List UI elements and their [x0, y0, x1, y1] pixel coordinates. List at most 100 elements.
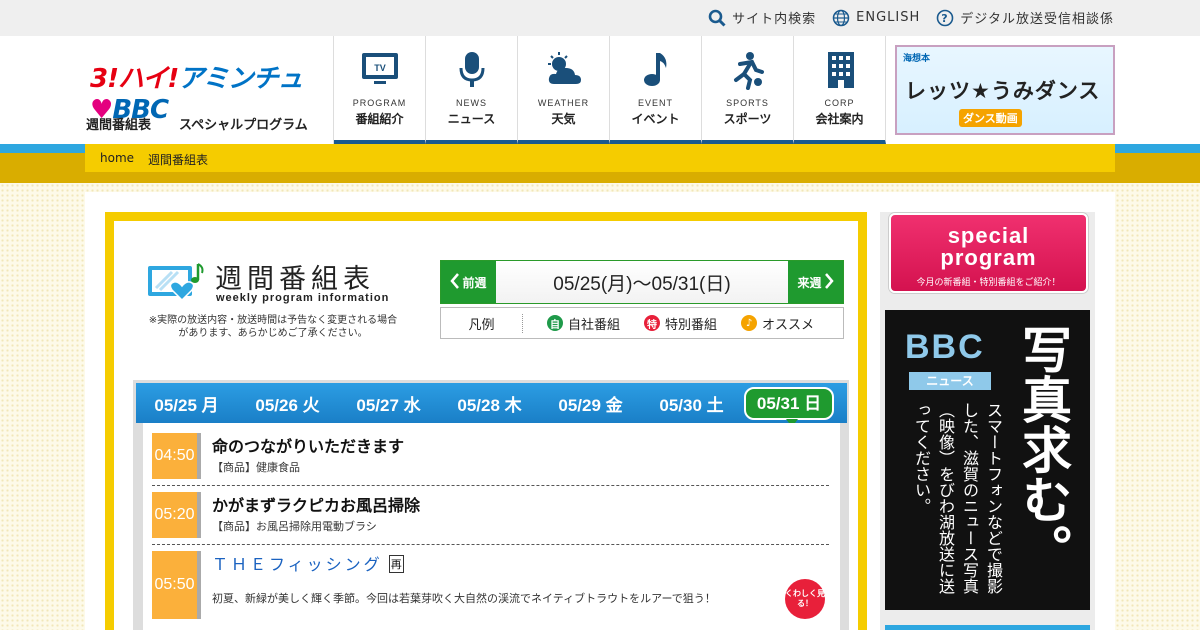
news-photo-banner[interactable]: BBC ニュース 写真求む。 スマートフォンなどで撮影した、滋賀のニュース写真（… [885, 310, 1090, 610]
question-icon: ? [936, 9, 954, 27]
program-title: かがまずラクピカお風呂掃除 [212, 496, 421, 515]
program-title-text: ＴＨＥフィッシング [212, 555, 383, 574]
dance-banner-top: 海想本 [903, 54, 931, 64]
legend-item-own: 自 自社番組 [547, 314, 620, 333]
nav-sports-en: SPORTS [726, 98, 769, 108]
nav-sports-ja: スポーツ [723, 112, 772, 126]
search-icon [708, 9, 726, 27]
week-navigation: 前週 05/25(月)～05/31(日) 来週 [440, 260, 844, 304]
program-row[interactable]: 05:20 かがまずラクピカお風呂掃除 【商品】お風呂掃除用電動ブラシ [152, 489, 829, 545]
logo-part-1: 3!ハイ! [90, 64, 179, 94]
nav-weather-ja: 天気 [551, 112, 576, 126]
sports-icon [728, 50, 768, 90]
program-time: 04:50 [152, 433, 201, 479]
music-note-icon [636, 50, 676, 90]
nav-corp[interactable]: CORP 会社案内 [794, 36, 886, 144]
tv-icon: TV [360, 50, 400, 90]
details-button[interactable]: くわしく見る！ [785, 579, 825, 619]
nav-event-ja: イベント [631, 112, 680, 126]
site-header: 3!ハイ!アミンチュ♥BBC 週間番組表 スペシャルプログラム TV PROGR… [0, 36, 1200, 144]
english-link[interactable]: ENGLISH [832, 8, 920, 27]
global-nav: TV PROGRAM 番組紹介 NEWS ニュース WEATHER 天気 EVE… [333, 36, 886, 144]
nav-news[interactable]: NEWS ニュース [426, 36, 518, 144]
dance-banner-title: レッツ★うみダンス [905, 79, 1101, 103]
legend-recommend-label: オススメ [762, 317, 815, 333]
nav-event[interactable]: EVENT イベント [610, 36, 702, 144]
reception-consult-link[interactable]: ? デジタル放送受信相談係 [936, 8, 1114, 27]
schedule-note: ※実際の放送内容・放送時間は予告なく変更される場合があります、あらかじめご了承く… [148, 315, 398, 339]
svg-text:?: ? [942, 12, 949, 25]
program-desc: 【商品】健康食品 [212, 461, 300, 474]
breadcrumb: home 週間番組表 [85, 144, 1115, 172]
special-program-banner[interactable]: special program 今月の新番組・特別番組をご紹介！ [889, 213, 1088, 293]
english-label: ENGLISH [856, 10, 921, 25]
prev-week-label: 前週 [462, 275, 487, 290]
legend-special-label: 特別番組 [665, 317, 718, 333]
tv-heart-icon [146, 262, 208, 304]
recommend-icon: ♪ [741, 315, 758, 331]
svg-text:TV: TV [374, 63, 386, 73]
tab-day-0525[interactable]: 05/25 月 [136, 391, 237, 416]
globe-icon [832, 9, 850, 27]
weather-icon [544, 50, 584, 90]
tab-day-0530[interactable]: 05/30 土 [641, 391, 742, 416]
site-search-label: サイト内検索 [732, 12, 817, 27]
program-title: 命のつながりいただきます [212, 437, 405, 456]
breadcrumb-home[interactable]: home [100, 151, 134, 165]
program-desc: 初夏、新緑が美しく輝く季節。今回は若葉芽吹く大自然の渓流でネイティブトラウトをル… [212, 592, 716, 605]
tab-day-0526[interactable]: 05/26 火 [237, 391, 338, 416]
next-week-label: 来週 [797, 275, 822, 290]
nav-news-ja: ニュース [447, 112, 496, 126]
tab-day-0527[interactable]: 05/27 水 [338, 391, 439, 416]
chevron-left-icon [450, 272, 460, 292]
sub-nav: 週間番組表 スペシャルプログラム [86, 114, 308, 133]
week-range: 05/25(月)～05/31(日) [496, 261, 788, 303]
subnav-special-program[interactable]: スペシャルプログラム [179, 114, 308, 133]
tab-day-0531[interactable]: 05/31 日 [744, 386, 834, 427]
program-time: 05:20 [152, 492, 201, 538]
next-week-button[interactable]: 来週 [788, 261, 843, 303]
site-search-link[interactable]: サイト内検索 [708, 8, 816, 27]
program-desc: 【商品】お風呂掃除用電動ブラシ [212, 520, 377, 533]
program-row[interactable]: 04:50 命のつながりいただきます 【商品】健康食品 [152, 430, 829, 486]
news-banner-text: スマートフォンなどで撮影した、滋賀のニュース写真（映像）をびわ湖放送に送ってくだ… [912, 402, 1003, 594]
special-banner-title-2: program [940, 245, 1037, 270]
program-row[interactable]: 05:50 ＴＨＥフィッシング再 初夏、新緑が美しく輝く季節。今回は若葉芽吹く大… [152, 548, 829, 630]
nav-program[interactable]: TV PROGRAM 番組紹介 [334, 36, 426, 144]
news-banner-headline: 写真求む。 [1014, 324, 1072, 574]
special-banner-title-1: special [947, 223, 1030, 248]
tab-day-0528[interactable]: 05/28 木 [439, 391, 540, 416]
nav-sports[interactable]: SPORTS スポーツ [702, 36, 794, 144]
reception-consult-label: デジタル放送受信相談係 [960, 12, 1114, 27]
legend: 凡例 自 自社番組 特 特別番組 ♪ オススメ [440, 307, 844, 339]
special-banner-sub: 今月の新番組・特別番組をご紹介！ [916, 278, 1061, 288]
dance-banner-sub: ダンス動画 [959, 109, 1022, 127]
page-title: 週間番組表 [215, 264, 375, 295]
microphone-icon [452, 50, 492, 90]
prev-week-button[interactable]: 前週 [441, 261, 496, 303]
nav-program-ja: 番組紹介 [355, 112, 404, 126]
nav-weather-en: WEATHER [537, 98, 590, 108]
subnav-weekly-schedule[interactable]: 週間番組表 [86, 114, 151, 133]
legend-item-special: 特 特別番組 [644, 314, 717, 333]
dance-video-banner[interactable]: 海想本 レッツ★うみダンス ダンス動画 [895, 45, 1115, 135]
nav-program-en: PROGRAM [352, 98, 407, 108]
program-title-link[interactable]: ＴＨＥフィッシング再 [212, 551, 404, 575]
legend-title: 凡例 [441, 313, 523, 333]
nav-event-en: EVENT [637, 98, 673, 108]
tab-day-0529[interactable]: 05/29 金 [540, 391, 641, 416]
chevron-right-icon [824, 272, 834, 292]
own-program-icon: 自 [547, 315, 563, 331]
site-logo[interactable]: 3!ハイ!アミンチュ♥BBC [90, 58, 314, 125]
special-program-icon: 特 [644, 315, 661, 331]
nav-news-en: NEWS [456, 98, 487, 108]
building-icon [820, 50, 860, 90]
nav-corp-ja: 会社案内 [815, 112, 864, 126]
nav-corp-en: CORP [824, 98, 855, 108]
legend-own-label: 自社番組 [568, 317, 621, 333]
logo-part-2: アミンチュ [178, 64, 303, 94]
legend-item-recommend: ♪ オススメ [741, 314, 814, 333]
day-tabs: 05/25 月 05/26 火 05/27 水 05/28 木 05/29 金 … [136, 383, 847, 427]
nav-weather[interactable]: WEATHER 天気 [518, 36, 610, 144]
sidebar-next-banner[interactable] [885, 625, 1090, 630]
